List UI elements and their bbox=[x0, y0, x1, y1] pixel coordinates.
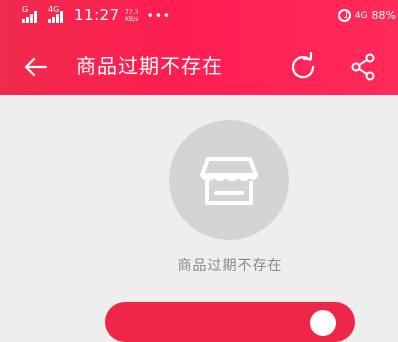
network-speed-unit: KB/s bbox=[125, 15, 139, 23]
network-speed-value: 77.3 bbox=[125, 8, 139, 16]
empty-state-icon-circle bbox=[169, 120, 289, 240]
page-title: 商品过期不存在 bbox=[76, 54, 223, 78]
app-header: G 4G 11:27 77.3 KB/s ••• 4G 88% 商品过期不存在 bbox=[0, 0, 398, 95]
more-notifications-icon: ••• bbox=[146, 8, 171, 23]
status-left: G 4G 11:27 77.3 KB/s ••• bbox=[22, 4, 171, 24]
signal-4g-label: 4G bbox=[48, 4, 60, 14]
network-speed: 77.3 KB/s bbox=[124, 9, 140, 23]
alarm-icon bbox=[337, 9, 351, 22]
empty-state-message: 商品过期不存在 bbox=[177, 258, 283, 274]
signal-icon: G bbox=[22, 4, 44, 23]
battery-level: 88% bbox=[371, 9, 396, 22]
refresh-icon[interactable] bbox=[288, 52, 318, 82]
share-icon[interactable] bbox=[348, 52, 378, 82]
bottom-action-circle bbox=[310, 310, 336, 336]
status-bar: G 4G 11:27 77.3 KB/s ••• 4G 88% bbox=[0, 0, 398, 38]
back-arrow-icon[interactable] bbox=[22, 53, 50, 81]
clock: 11:27 bbox=[74, 6, 120, 24]
network-type: 4G bbox=[354, 10, 368, 21]
store-icon bbox=[200, 157, 258, 205]
nav-bar: 商品过期不存在 bbox=[0, 38, 398, 95]
status-right: 4G 88% bbox=[337, 9, 396, 22]
signal-4g-icon: 4G bbox=[48, 4, 70, 23]
signal-label: G bbox=[22, 4, 29, 14]
